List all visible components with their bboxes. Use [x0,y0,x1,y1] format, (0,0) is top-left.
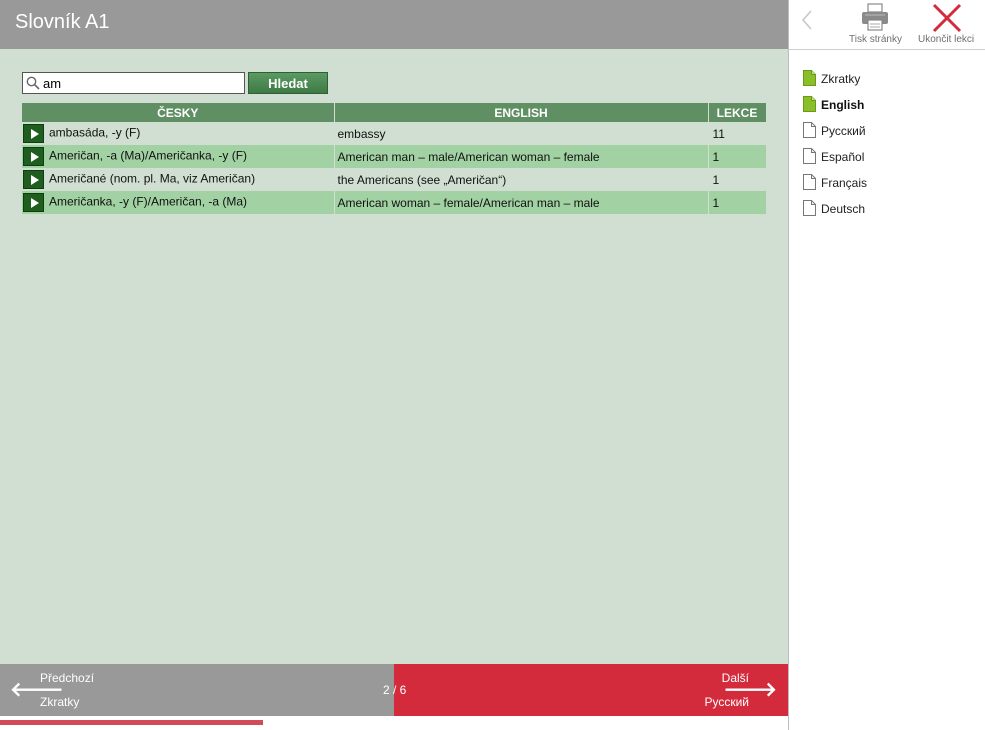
end-lesson-label: Ukončit lekci [918,34,975,45]
next-label: Další [721,671,749,685]
page-item-label: Español [821,150,865,164]
header-bar: Slovník A1 [0,0,789,49]
previous-label: Předchozí [40,671,95,685]
page-indicator: 2 / 6 [383,683,407,697]
lesson-cell: 11 [708,122,767,145]
document-filled-icon [803,70,816,86]
page-item-label: Français [821,176,868,190]
czech-cell: Američané (nom. pl. Ma, viz Američan) [22,168,335,191]
document-filled-icon [803,96,816,112]
lesson-cell: 1 [708,168,767,191]
czech-cell: Američan, -a (Ma)/Američanka, -y (F) [22,145,335,168]
document-outline-icon [803,200,816,216]
page-item-german[interactable]: Deutsch [803,200,973,226]
page-item-english[interactable]: English [803,96,973,122]
english-cell: embassy [334,122,709,145]
table-row: Američanka, -y (F)/Američan, -a (Ma) Ame… [22,191,767,214]
english-cell: American woman – female/American man – m… [334,191,709,214]
column-header-english: ENGLISH [334,103,709,122]
progress-bar [0,716,789,730]
column-header-lesson: LEKCE [708,103,767,122]
czech-cell: ambasáda, -y (F) [22,122,335,145]
chevron-left-icon[interactable] [800,9,814,31]
app: Slovník A1 Hledat ČESKY ENGLISH LEKCE [0,0,985,730]
column-header-czech: ČESKY [22,103,335,122]
previous-page-button[interactable]: 🡐 Předchozí Zkratky [0,664,394,716]
search-icon [26,76,40,90]
search-box [22,72,245,94]
czech-term: Američan, -a (Ma)/Američanka, -y (F) [49,148,248,163]
vocabulary-table: ČESKY ENGLISH LEKCE ambasáda, -y (F) emb… [22,103,767,214]
page-title: Slovník A1 [15,11,110,33]
page-item-spanish[interactable]: Español [803,148,973,174]
table-row: ambasáda, -y (F) embassy 11 [22,122,767,145]
page-item-label: English [821,98,865,112]
print-button[interactable]: Tisk stránky [845,2,907,48]
play-audio-icon[interactable] [23,170,44,189]
next-page-button[interactable]: 🡒 Další Русский [394,664,789,716]
english-cell: the Americans (see „Američan“) [334,168,709,191]
page-item-label: Русский [821,124,866,138]
table-header-row: ČESKY ENGLISH LEKCE [22,103,767,122]
page-item-zkratky[interactable]: Zkratky [803,70,973,96]
search-input[interactable] [43,74,241,92]
play-audio-icon[interactable] [23,124,44,143]
page-item-french[interactable]: Français [803,174,973,200]
page-item-label: Zkratky [821,72,861,86]
play-audio-icon[interactable] [23,193,44,212]
english-cell: American man – male/American woman – fem… [334,145,709,168]
lesson-cell: 1 [708,145,767,168]
printer-icon [862,3,888,31]
table-row: Američan, -a (Ma)/Američanka, -y (F) Ame… [22,145,767,168]
next-page-name: Русский [704,695,749,709]
search-button[interactable]: Hledat [248,72,328,94]
previous-page-name: Zkratky [40,695,80,709]
document-outline-icon [803,122,816,138]
czech-term: Američané (nom. pl. Ma, viz Američan) [49,171,256,186]
play-audio-icon[interactable] [23,147,44,166]
czech-term: Američanka, -y (F)/Američan, -a (Ma) [49,194,248,209]
end-lesson-button[interactable]: Ukončit lekci [915,2,981,48]
table-row: Američané (nom. pl. Ma, viz Američan) th… [22,168,767,191]
lesson-cell: 1 [708,191,767,214]
panel-divider [788,0,789,730]
czech-cell: Američanka, -y (F)/Američan, -a (Ma) [22,191,335,214]
toolbar-divider [789,49,985,50]
czech-term: ambasáda, -y (F) [49,125,141,140]
progress-bar-fill [0,720,263,725]
print-label: Tisk stránky [849,34,902,45]
dictionary-page-list: Zkratky English Русский Español Français… [803,70,973,226]
main-content: Hledat ČESKY ENGLISH LEKCE ambasáda, -y … [0,49,789,664]
document-outline-icon [803,148,816,164]
document-outline-icon [803,174,816,190]
close-icon [932,3,962,33]
page-item-label: Deutsch [821,202,866,216]
page-item-russian[interactable]: Русский [803,122,973,148]
